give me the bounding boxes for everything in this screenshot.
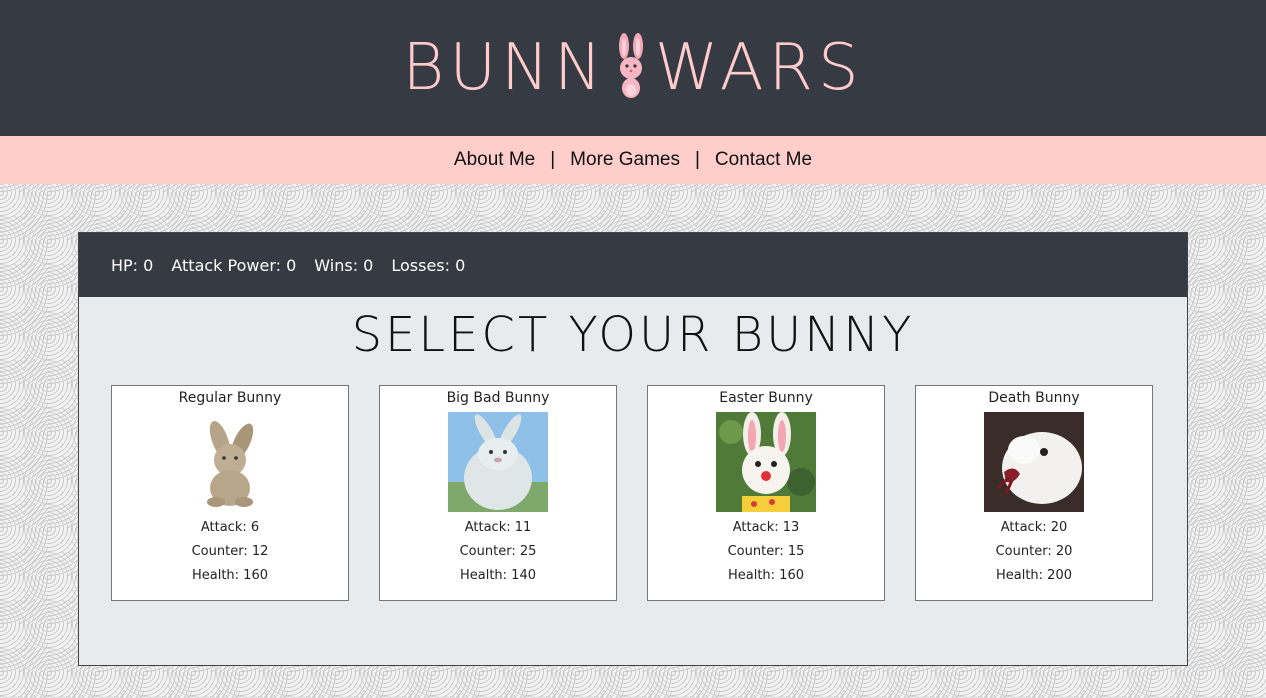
bunny-attack: Attack: 6: [200, 520, 260, 535]
hp-stat: HP: 0: [111, 256, 153, 275]
nav-more-games[interactable]: More Games: [570, 149, 680, 171]
bunny-card-big-bad[interactable]: Big Bad Bunny Attack: 11 Counter: 25 Hea…: [379, 385, 617, 601]
bunny-name: Death Bunny: [988, 390, 1080, 406]
attack-power-label: Attack Power:: [171, 255, 282, 275]
game-panel: HP: 0 Attack Power: 0 Wins: 0 Losses: 0 …: [78, 232, 1188, 666]
bunny-health: Health: 200: [995, 568, 1072, 583]
hp-value: 0: [143, 255, 154, 275]
death-bunny-image: [984, 412, 1084, 512]
bunny-counter: Counter: 25: [459, 544, 537, 559]
bunny-attack: Attack: 13: [732, 520, 800, 535]
attack-power-stat: Attack Power: 0: [171, 256, 296, 275]
site-header: BUNN WARS: [0, 0, 1266, 136]
bunny-card-regular[interactable]: Regular Bunny Attack: 6 Counter: 12 Heal…: [111, 385, 349, 601]
wins-value: 0: [363, 255, 374, 275]
bunny-name: Big Bad Bunny: [446, 390, 550, 406]
logo-text-part2: WARS: [654, 31, 864, 105]
big-bad-bunny-image: [448, 412, 548, 512]
losses-stat: Losses: 0: [391, 256, 465, 275]
wins-label: Wins:: [314, 255, 359, 275]
logo-text-part1: BUNN: [402, 31, 607, 105]
wins-stat: Wins: 0: [314, 256, 373, 275]
nav-separator: |: [550, 149, 556, 170]
losses-label: Losses:: [391, 255, 451, 275]
bunny-attack: Attack: 11: [464, 520, 532, 535]
bunny-card-death[interactable]: Death Bunny Attack: 20 Counter: 20 Healt…: [915, 385, 1153, 601]
bunny-health: Health: 140: [459, 568, 536, 583]
nav-contact-me[interactable]: Contact Me: [715, 149, 812, 171]
page-title: SELECT YOUR BUNNY: [351, 307, 915, 363]
bunny-health: Health: 160: [191, 568, 268, 583]
nav-about-me[interactable]: About Me: [454, 149, 535, 171]
attack-power-value: 0: [286, 255, 297, 275]
site-logo[interactable]: BUNN WARS: [402, 31, 863, 105]
main-nav: About Me | More Games | Contact Me: [0, 136, 1266, 184]
bunny-card-easter[interactable]: Easter Bunny Attack: 13 Counter: 15 Heal…: [647, 385, 885, 601]
losses-value: 0: [455, 255, 466, 275]
bunny-health: Health: 160: [727, 568, 804, 583]
bunny-counter: Counter: 20: [995, 544, 1073, 559]
nav-separator: |: [694, 149, 700, 170]
bunny-counter: Counter: 15: [727, 544, 805, 559]
bunny-attack: Attack: 20: [1000, 520, 1068, 535]
regular-bunny-image: [180, 412, 280, 512]
easter-bunny-image: [716, 412, 816, 512]
bunny-name: Easter Bunny: [719, 390, 813, 406]
bunny-logo-icon: [618, 33, 643, 98]
bunny-card-list: Regular Bunny Attack: 6 Counter: 12 Heal…: [111, 385, 1153, 601]
player-stats-bar: HP: 0 Attack Power: 0 Wins: 0 Losses: 0: [79, 233, 1187, 297]
bunny-counter: Counter: 12: [191, 544, 269, 559]
hp-label: HP:: [111, 255, 139, 275]
bunny-name: Regular Bunny: [178, 390, 282, 406]
